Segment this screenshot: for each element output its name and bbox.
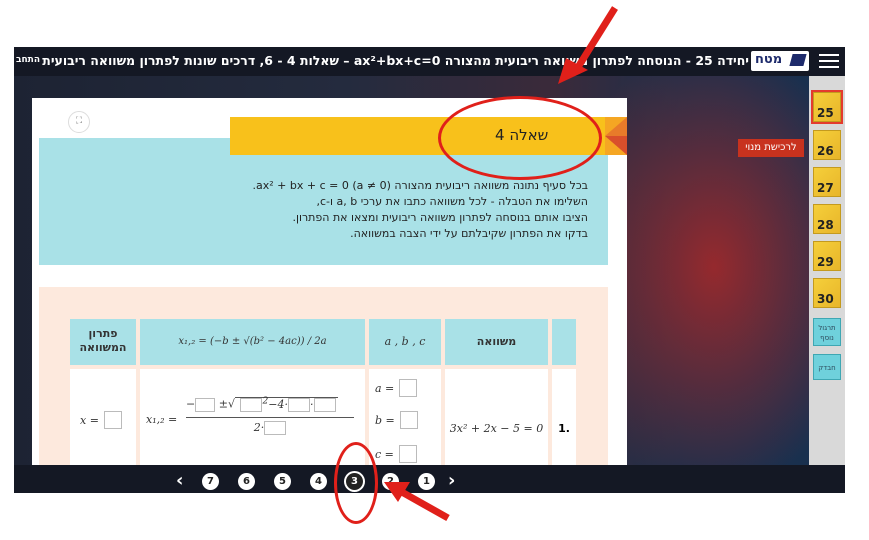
annotation-arrows: [384, 6, 618, 522]
arrow-top-icon: [558, 6, 618, 84]
arrow-bottom-icon: [384, 482, 450, 522]
